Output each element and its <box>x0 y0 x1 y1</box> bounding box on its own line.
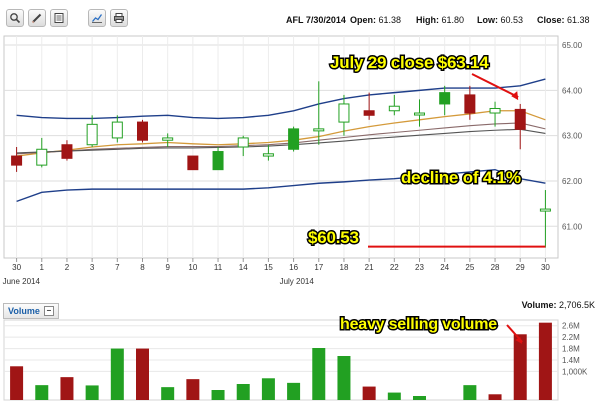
candle-body <box>338 103 350 123</box>
volume-bar <box>362 386 376 400</box>
stock-chart-panel: AFL 7/30/2014 Open: 61.38 High: 61.80 Lo… <box>0 0 599 408</box>
candle-body <box>313 128 325 132</box>
candle-body <box>539 208 551 212</box>
volume-bar <box>337 356 351 400</box>
candle <box>187 155 199 171</box>
volume-bar <box>35 385 49 400</box>
annotation-low-note: $60.53 <box>308 228 359 247</box>
volume-bar <box>236 384 250 400</box>
x-tick-label: 23 <box>415 263 424 272</box>
x-tick-label: 17 <box>314 263 323 272</box>
annotation-volume-note: heavy selling volume <box>340 316 497 333</box>
candle-body <box>363 110 375 116</box>
candle-body <box>137 121 148 141</box>
volume-bar <box>312 348 326 400</box>
volume-bar <box>186 379 200 400</box>
x-tick-label: 28 <box>491 263 500 272</box>
volume-bar <box>538 322 552 400</box>
volume-tick-label: 1.8M <box>562 345 580 354</box>
candle <box>137 119 148 143</box>
x-tick-label: 29 <box>516 263 525 272</box>
candle-body <box>162 137 174 141</box>
volume-tick-label: 2.6M <box>562 322 580 331</box>
x-tick-label: 7 <box>115 263 120 272</box>
x-tick-label: 15 <box>264 263 273 272</box>
price-chart: 65.0064.0063.0062.0061.0030 1 2 3 7 8 9 10 11 14 1… <box>3 35 583 286</box>
volume-bar <box>161 387 175 400</box>
x-tick-label: 14 <box>239 263 248 272</box>
volume-bar <box>10 366 24 400</box>
x-tick-label: 30 <box>541 263 550 272</box>
candle-body <box>36 148 48 166</box>
price-tick-label: 61.00 <box>562 222 583 231</box>
candle-body <box>212 151 224 171</box>
volume-bar <box>110 348 124 400</box>
candle-body <box>187 155 199 171</box>
price-tick-label: 64.00 <box>562 86 583 95</box>
candle-body <box>86 123 98 146</box>
x-tick-label: 30 <box>12 263 21 272</box>
x-tick-label: 25 <box>465 263 474 272</box>
candle-body <box>414 112 425 116</box>
candle-body <box>237 137 249 148</box>
x-tick-label: 24 <box>440 263 449 272</box>
volume-bar <box>60 377 74 400</box>
candle-body <box>61 144 73 159</box>
candle-body <box>439 92 451 105</box>
candle <box>288 126 300 152</box>
volume-bar <box>211 390 225 400</box>
candle-body <box>489 107 501 114</box>
volume-tick-label: 2.2M <box>562 333 580 342</box>
x-tick-label: 1 <box>40 263 45 272</box>
candle-body <box>388 105 400 112</box>
x-tick-label: 10 <box>188 263 197 272</box>
volume-bar <box>513 334 527 400</box>
price-tick-label: 63.00 <box>562 132 583 141</box>
volume-bar <box>387 392 401 400</box>
x-tick-label: 16 <box>289 263 298 272</box>
candle-body <box>464 94 476 114</box>
annotation-decline-note: decline of 4.1% <box>401 168 521 187</box>
x-tick-label: 9 <box>165 263 170 272</box>
volume-tick-label: 1,000K <box>562 367 588 376</box>
x-tick-label: 21 <box>365 263 374 272</box>
x-tick-label: 3 <box>90 263 95 272</box>
price-tick-label: 62.00 <box>562 177 583 186</box>
candle-body <box>262 153 274 157</box>
x-tick-label: 11 <box>214 263 223 272</box>
x-tick-label: 8 <box>140 263 145 272</box>
candle-body <box>514 108 526 130</box>
volume-bar <box>136 348 149 400</box>
volume-bar <box>287 382 301 400</box>
volume-bar <box>413 396 426 400</box>
price-tick-label: 65.00 <box>562 41 583 50</box>
volume-bar <box>463 385 477 400</box>
annotation-close-note: July 29 close $63.14 <box>330 53 489 72</box>
candle-body <box>288 128 300 150</box>
candle-body <box>11 155 23 166</box>
volume-chart: 2.6M 2.2M 1.8M 1.4M 1,000K heavy selling volu… <box>3 315 588 401</box>
x-tick-label: 18 <box>340 263 349 272</box>
x-tick-label: 22 <box>390 263 399 272</box>
month-label: July 2014 <box>280 277 315 286</box>
volume-bar <box>488 394 502 400</box>
volume-bar <box>261 378 275 400</box>
candle-body <box>111 121 123 139</box>
volume-tick-label: 1.4M <box>562 356 580 365</box>
volume-bar <box>85 385 99 400</box>
month-label: June 2014 <box>3 277 41 286</box>
x-tick-label: 2 <box>65 263 70 272</box>
